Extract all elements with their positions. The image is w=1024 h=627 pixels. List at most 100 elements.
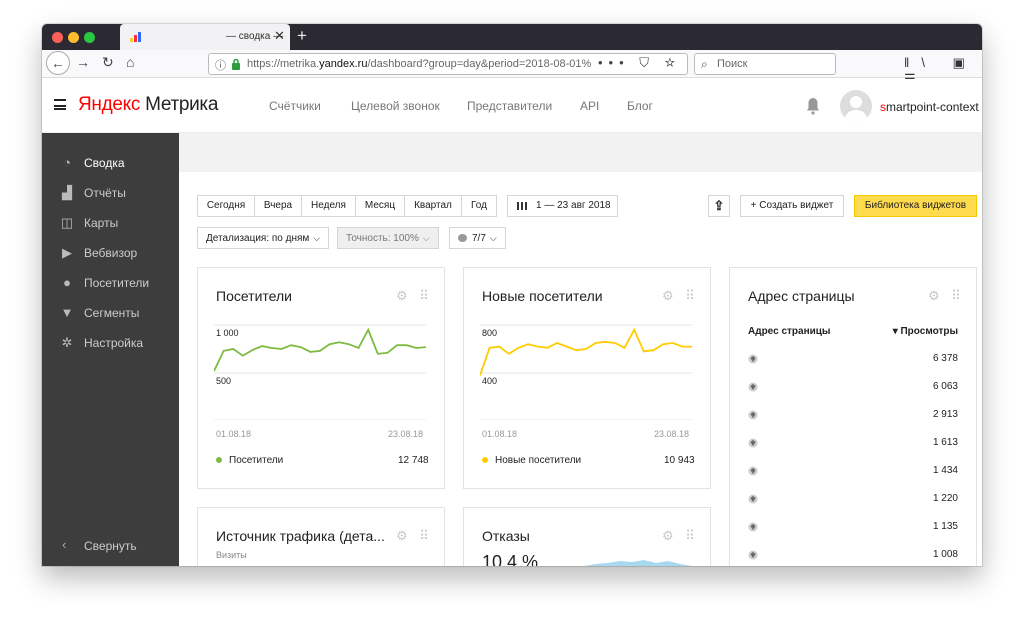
table-header-page[interactable]: Адрес страницы xyxy=(748,326,830,337)
period-quarter-button[interactable]: Квартал xyxy=(404,195,462,217)
sidebar-item-maps[interactable]: ◫ Карты xyxy=(42,207,179,237)
menu-icon[interactable] xyxy=(54,99,66,110)
page-actions-icon[interactable]: ••• ⛉ ☆ xyxy=(598,55,681,71)
chevron-down-icon: ⌵ xyxy=(422,233,430,243)
table-row[interactable]: 1 135 xyxy=(748,520,958,538)
back-button[interactable]: ← xyxy=(46,51,70,75)
table-row[interactable]: 1 220 xyxy=(748,492,958,510)
widget-title: Источник трафика (дета... xyxy=(216,528,385,544)
widget-subtitle: Визиты xyxy=(216,550,247,560)
y-tick-top: 1 000 xyxy=(216,328,239,338)
table-row[interactable]: 6 063 xyxy=(748,380,958,398)
app-header: Яндекс Метрика Счётчики Целевой звонок П… xyxy=(42,79,982,133)
widget-settings-icon[interactable]: ⚙ ⠿ xyxy=(928,288,965,304)
maximize-window-icon[interactable] xyxy=(84,32,95,43)
sidebar-item-segments[interactable]: ▼ Сегменты xyxy=(42,297,179,327)
table-row[interactable]: 6 378 xyxy=(748,352,958,370)
sidebar-item-visitors[interactable]: ● Посетители xyxy=(42,267,179,297)
y-tick-bottom: 500 xyxy=(216,376,231,386)
play-icon: ▶ xyxy=(62,245,72,260)
nav-blog[interactable]: Блог xyxy=(627,99,653,113)
new-tab-button[interactable]: + xyxy=(297,26,307,46)
nav-call-tracking[interactable]: Целевой звонок xyxy=(351,99,440,113)
map-icon: ◫ xyxy=(60,215,74,230)
bounces-sparkline xyxy=(584,560,692,566)
page-favicon-icon xyxy=(748,466,758,476)
create-widget-button[interactable]: + Создать виджет xyxy=(740,195,844,217)
chevron-down-icon: ⌵ xyxy=(489,233,497,243)
series-line xyxy=(214,327,426,372)
reload-button[interactable]: ↻ xyxy=(102,54,114,71)
person-icon: ● xyxy=(63,275,71,290)
nav-api[interactable]: API xyxy=(580,99,599,113)
widget-settings-icon[interactable]: ⚙ ⠿ xyxy=(396,288,433,304)
home-button[interactable]: ⌂ xyxy=(126,54,134,70)
page-favicon-icon xyxy=(748,438,758,448)
close-window-icon[interactable] xyxy=(52,32,63,43)
table-row[interactable]: 2 913 xyxy=(748,408,958,426)
widget-title: Новые посетители xyxy=(482,288,603,304)
address-bar[interactable]: ⓘ https://metrika.yandex.ru/dashboard?gr… xyxy=(208,53,688,75)
table-row[interactable]: 1 613 xyxy=(748,436,958,454)
search-field[interactable]: ⌕ Поиск xyxy=(694,53,836,75)
segments-dropdown[interactable]: 7/7 ⌵ xyxy=(449,227,506,249)
browser-tab[interactable]: — сводка — ✕ xyxy=(120,24,290,50)
period-week-button[interactable]: Неделя xyxy=(301,195,356,217)
metrika-favicon-icon xyxy=(130,32,141,42)
period-year-button[interactable]: Год xyxy=(461,195,497,217)
page-favicon-icon xyxy=(748,382,758,392)
period-month-button[interactable]: Месяц xyxy=(355,195,405,217)
sidebar-item-settings[interactable]: ✲ Настройка xyxy=(42,327,179,357)
page-favicon-icon xyxy=(748,354,758,364)
sidebar-item-reports[interactable]: ▟ Отчёты xyxy=(42,177,179,207)
sidebar: ◔ Сводка ▟ Отчёты ◫ Карты ▶ Вебвизор ● Посети… xyxy=(42,133,179,566)
legend-item: Новые посетители xyxy=(482,455,581,466)
logo[interactable]: Яндекс Метрика xyxy=(78,94,218,116)
x-tick-start: 01.08.18 xyxy=(482,429,518,439)
x-tick-end: 23.08.18 xyxy=(654,429,690,439)
views-value: 1 434 xyxy=(932,465,958,476)
widget-settings-icon[interactable]: ⚙ ⠿ xyxy=(662,288,699,304)
nav-representatives[interactable]: Представители xyxy=(467,99,552,113)
period-today-button[interactable]: Сегодня xyxy=(197,195,255,217)
close-tab-icon[interactable]: ✕ xyxy=(274,28,285,44)
table-header-views[interactable]: ▾ Просмотры xyxy=(893,326,958,337)
share-icon[interactable]: ⇪ xyxy=(708,195,730,217)
page-favicon-icon xyxy=(748,550,758,560)
nav-counters[interactable]: Счётчики xyxy=(269,99,321,113)
info-icon[interactable]: ⓘ xyxy=(215,57,226,73)
new-visitors-chart: 800 400 xyxy=(480,324,692,420)
widget-settings-icon[interactable]: ⚙ ⠿ xyxy=(396,528,433,544)
y-tick-bottom: 400 xyxy=(482,376,497,386)
widget-library-button[interactable]: Библиотека виджетов xyxy=(854,195,977,217)
collapse-button[interactable]: ‹ Свернуть xyxy=(42,533,179,557)
browser-window: — сводка — ✕ + ← → ↻ ⌂ ⓘ https://metrika… xyxy=(42,24,982,566)
table-row[interactable]: 1 008 xyxy=(748,548,958,566)
sidebar-item-webvisor[interactable]: ▶ Вебвизор xyxy=(42,237,179,267)
sidebar-item-summary[interactable]: ◔ Сводка xyxy=(42,147,179,177)
lock-icon xyxy=(232,58,240,70)
minimize-window-icon[interactable] xyxy=(68,32,79,43)
widget-bounces: Отказы ⚙ ⠿ 10.4 % xyxy=(463,507,711,566)
avatar[interactable] xyxy=(840,90,872,122)
widget-new-visitors: Новые посетители ⚙ ⠿ 800 400 01.08.18 23… xyxy=(463,267,711,489)
widget-traffic-source: Источник трафика (дета... ⚙ ⠿ Визиты xyxy=(197,507,445,566)
forward-button[interactable]: → xyxy=(76,54,90,70)
table-row[interactable]: 1 434 xyxy=(748,464,958,482)
views-value: 6 063 xyxy=(932,381,958,392)
views-value: 6 378 xyxy=(932,353,958,364)
user-name[interactable]: smartpoint-context xyxy=(880,100,979,114)
date-range-picker[interactable]: 1 — 23 авг 2018 xyxy=(507,195,618,217)
page-favicon-icon xyxy=(748,522,758,532)
legend-total: 12 748 xyxy=(398,455,429,466)
period-yesterday-button[interactable]: Вчера xyxy=(254,195,302,217)
page-favicon-icon xyxy=(748,494,758,504)
detail-dropdown[interactable]: Детализация: по дням ⌵ xyxy=(197,227,330,249)
bell-icon[interactable] xyxy=(806,97,820,115)
dashboard-icon: ◔ xyxy=(63,155,71,170)
widget-settings-icon[interactable]: ⚙ ⠿ xyxy=(662,528,699,544)
accuracy-dropdown[interactable]: Точность: 100% ⌵ xyxy=(337,227,439,249)
legend-total: 10 943 xyxy=(664,455,695,466)
gear-icon: ✲ xyxy=(61,335,73,350)
calendar-icon xyxy=(517,202,527,210)
